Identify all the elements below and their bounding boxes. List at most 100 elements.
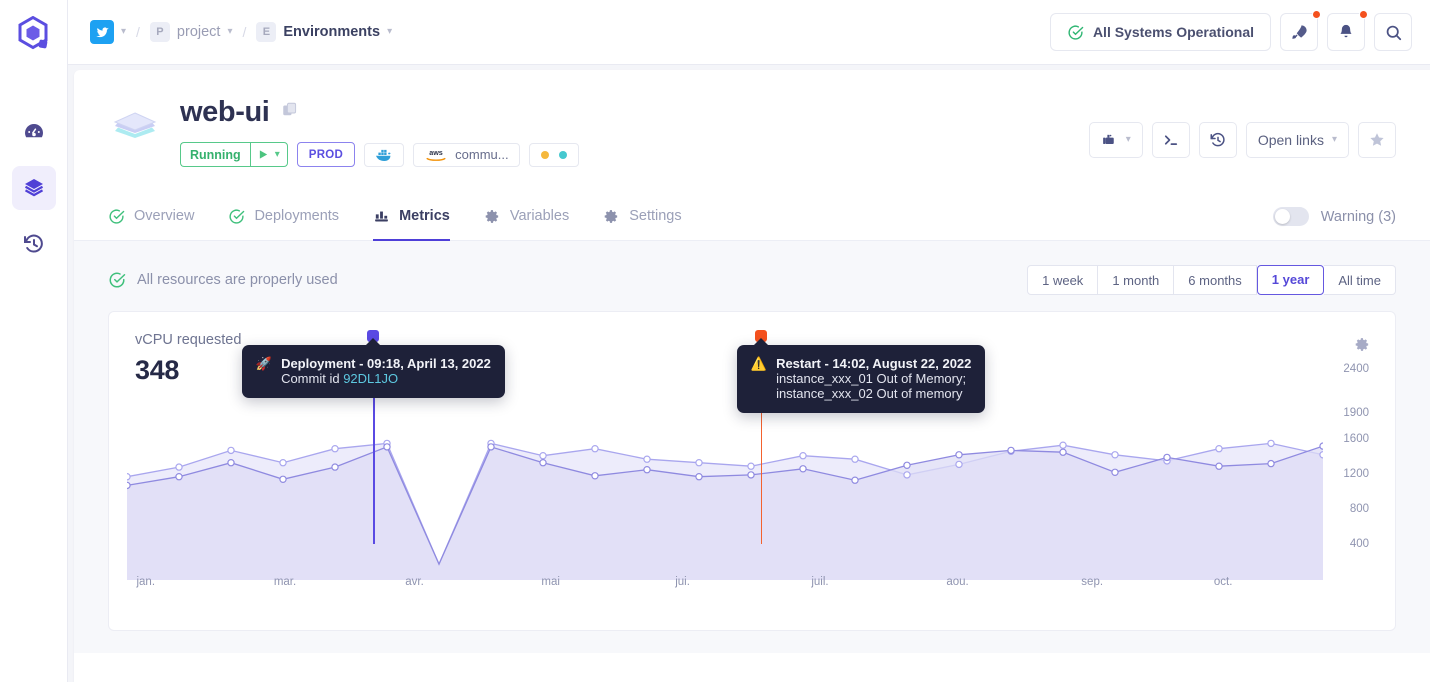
logs-history-button[interactable]: [1198, 122, 1237, 158]
chart-point[interactable]: [747, 471, 755, 479]
search-button[interactable]: [1374, 13, 1412, 51]
chart-point[interactable]: [591, 472, 599, 480]
y-axis-tick: 400: [1349, 537, 1369, 550]
chart-point[interactable]: [539, 458, 547, 467]
chart-point[interactable]: [1059, 448, 1067, 456]
chart-point[interactable]: [227, 446, 235, 455]
copy-icon[interactable]: [281, 101, 299, 124]
chart-point[interactable]: [903, 461, 911, 470]
x-axis-tick: avr.: [405, 576, 424, 588]
chart-point[interactable]: [1267, 459, 1275, 468]
twitter-icon: [90, 20, 114, 44]
chart-point[interactable]: [955, 460, 963, 469]
clock-history-icon: [1210, 132, 1225, 147]
chart-point[interactable]: [851, 455, 859, 463]
chart-point[interactable]: [1111, 451, 1119, 459]
breadcrumb-item-organization[interactable]: ▾: [90, 20, 126, 44]
chart-point[interactable]: [903, 471, 911, 479]
open-links-label: Open links: [1257, 132, 1324, 148]
chart-point[interactable]: [695, 472, 703, 481]
sidebar-item-dashboard[interactable]: [12, 110, 56, 154]
event-tooltip-detail: instance_xxx_02 Out of memory: [776, 386, 963, 401]
docker-icon: [376, 149, 391, 161]
range-1-year[interactable]: 1 year: [1256, 264, 1325, 295]
rocket-emoji-icon: 🚀: [255, 356, 273, 371]
range-1-week[interactable]: 1 week: [1027, 265, 1099, 295]
chart-point[interactable]: [127, 473, 131, 481]
tab-label: Metrics: [399, 208, 450, 224]
terminal-button[interactable]: [1151, 122, 1190, 158]
project-chip: P: [149, 22, 170, 42]
chart-point[interactable]: [1215, 444, 1223, 453]
range-all-time[interactable]: All time: [1324, 265, 1396, 295]
chart-point[interactable]: [175, 472, 183, 481]
chart-point[interactable]: [799, 465, 807, 473]
main-panel: web-ui Running ▾ PROD aws commu... ▾ Ope…: [74, 70, 1430, 682]
sidebar-item-environments[interactable]: [11, 166, 56, 210]
metrics-content: All resources are properly used 1 week 1…: [74, 241, 1430, 653]
project-badges: Running ▾ PROD aws commu...: [180, 142, 579, 167]
chart-point[interactable]: [643, 455, 651, 463]
chart-point[interactable]: [127, 481, 131, 490]
breadcrumb-separator: /: [242, 24, 247, 40]
chart-point[interactable]: [1267, 439, 1275, 448]
breadcrumb-item-project[interactable]: P project ▾: [149, 22, 232, 42]
chart-point[interactable]: [331, 444, 339, 453]
commit-id-link[interactable]: 92DL1JO: [343, 371, 398, 386]
metrics-chart-card: vCPU requested 348 400 800 1200 1600 1900 240…: [108, 311, 1396, 631]
chart-point[interactable]: [851, 476, 859, 484]
notification-dot: [1312, 10, 1321, 19]
chart-point[interactable]: [1059, 441, 1067, 449]
svg-text:aws: aws: [429, 148, 443, 157]
gear-icon: [485, 209, 499, 223]
chart-point[interactable]: [1163, 453, 1171, 462]
chart-point[interactable]: [331, 463, 339, 471]
open-links-button[interactable]: Open links ▾: [1245, 122, 1349, 158]
range-6-months[interactable]: 6 months: [1174, 265, 1257, 295]
cloud-provider-label: commu...: [455, 147, 509, 162]
chart-point[interactable]: [227, 458, 235, 467]
event-tooltip-title: Restart - 14:02, August 22, 2022: [776, 356, 972, 371]
tooltip-arrow: [752, 338, 769, 346]
range-1-month[interactable]: 1 month: [1098, 265, 1175, 295]
chart-point[interactable]: [383, 443, 391, 451]
tab-deployments[interactable]: Deployments: [228, 193, 339, 241]
project-header: web-ui Running ▾ PROD aws commu... ▾ Ope…: [74, 70, 1430, 167]
chart-point[interactable]: [799, 451, 807, 460]
tab-settings[interactable]: Settings: [603, 193, 682, 241]
app-logo[interactable]: [14, 14, 54, 54]
y-axis-tick: 2400: [1343, 362, 1369, 375]
status-badge[interactable]: All Systems Operational: [1049, 13, 1271, 51]
chart-point[interactable]: [539, 451, 547, 460]
run-action-button[interactable]: ▾: [249, 142, 288, 167]
chart-point[interactable]: [1111, 468, 1119, 477]
tab-metrics[interactable]: Metrics: [373, 193, 450, 241]
environment-chip: E: [256, 22, 277, 42]
terminal-icon: [1164, 135, 1177, 145]
chart-point[interactable]: [695, 458, 703, 467]
chart-point[interactable]: [747, 462, 755, 470]
chart-point[interactable]: [487, 443, 495, 451]
y-axis-labels: 400 800 1200 1600 1900 2400: [1321, 348, 1377, 578]
deploy-menu-button[interactable]: ▾: [1088, 122, 1143, 158]
notifications-button[interactable]: [1327, 10, 1368, 51]
chart-point[interactable]: [175, 463, 183, 471]
warning-toggle[interactable]: [1272, 207, 1309, 226]
chart-point[interactable]: [955, 451, 963, 459]
x-axis-tick: jui.: [675, 576, 690, 588]
tab-overview[interactable]: Overview: [108, 193, 194, 241]
tab-label: Variables: [509, 208, 570, 224]
tab-variables[interactable]: Variables: [484, 193, 569, 241]
warning-toggle-group: Warning (3): [1272, 207, 1396, 226]
chart-point[interactable]: [279, 458, 287, 467]
chart-point[interactable]: [591, 444, 599, 453]
chart-point[interactable]: [643, 465, 651, 474]
breadcrumb-item-environments[interactable]: E Environments ▾: [256, 22, 392, 42]
chart-point[interactable]: [279, 475, 287, 483]
favorite-button[interactable]: [1358, 122, 1396, 158]
chart-point[interactable]: [1007, 446, 1015, 455]
chart-point[interactable]: [1215, 462, 1223, 470]
sidebar-item-history[interactable]: [12, 222, 56, 266]
whats-new-button[interactable]: [1280, 10, 1321, 51]
y-axis-tick: 800: [1349, 502, 1369, 515]
